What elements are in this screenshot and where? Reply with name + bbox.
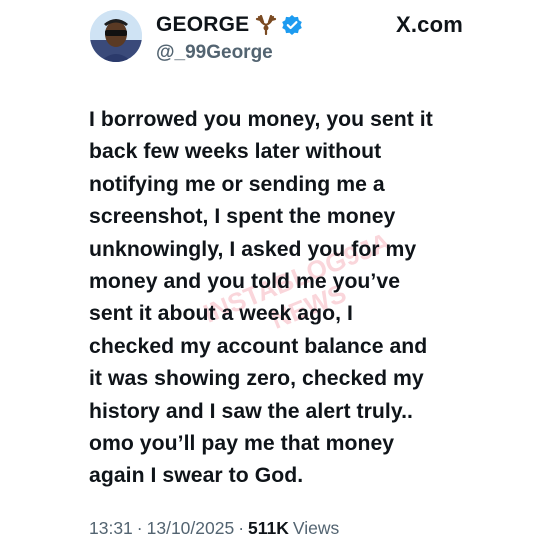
- brand-label: X.com: [395, 12, 463, 37]
- verified-badge-icon: [281, 14, 303, 36]
- avatar[interactable]: [90, 10, 142, 62]
- antler-icon: [255, 15, 277, 35]
- views-count: 511K: [248, 518, 289, 538]
- tweet-meta: 13:31 · 13/10/2025 · 511K Views: [89, 518, 339, 539]
- tweet-text: I borrowed you money, you sent it back f…: [89, 108, 433, 488]
- user-handle[interactable]: @_99George: [156, 42, 273, 64]
- meta-separator-2: ·: [238, 518, 245, 538]
- views-label: Views: [292, 518, 340, 538]
- tweet-time[interactable]: 13:31: [89, 518, 133, 539]
- tweet-date[interactable]: 13/10/2025: [147, 518, 235, 539]
- meta-separator: ·: [136, 518, 143, 538]
- name-row: GEORGE: [156, 12, 303, 38]
- tweet-header: GEORGE @_99George X.com: [0, 0, 555, 80]
- display-name[interactable]: GEORGE: [156, 13, 249, 37]
